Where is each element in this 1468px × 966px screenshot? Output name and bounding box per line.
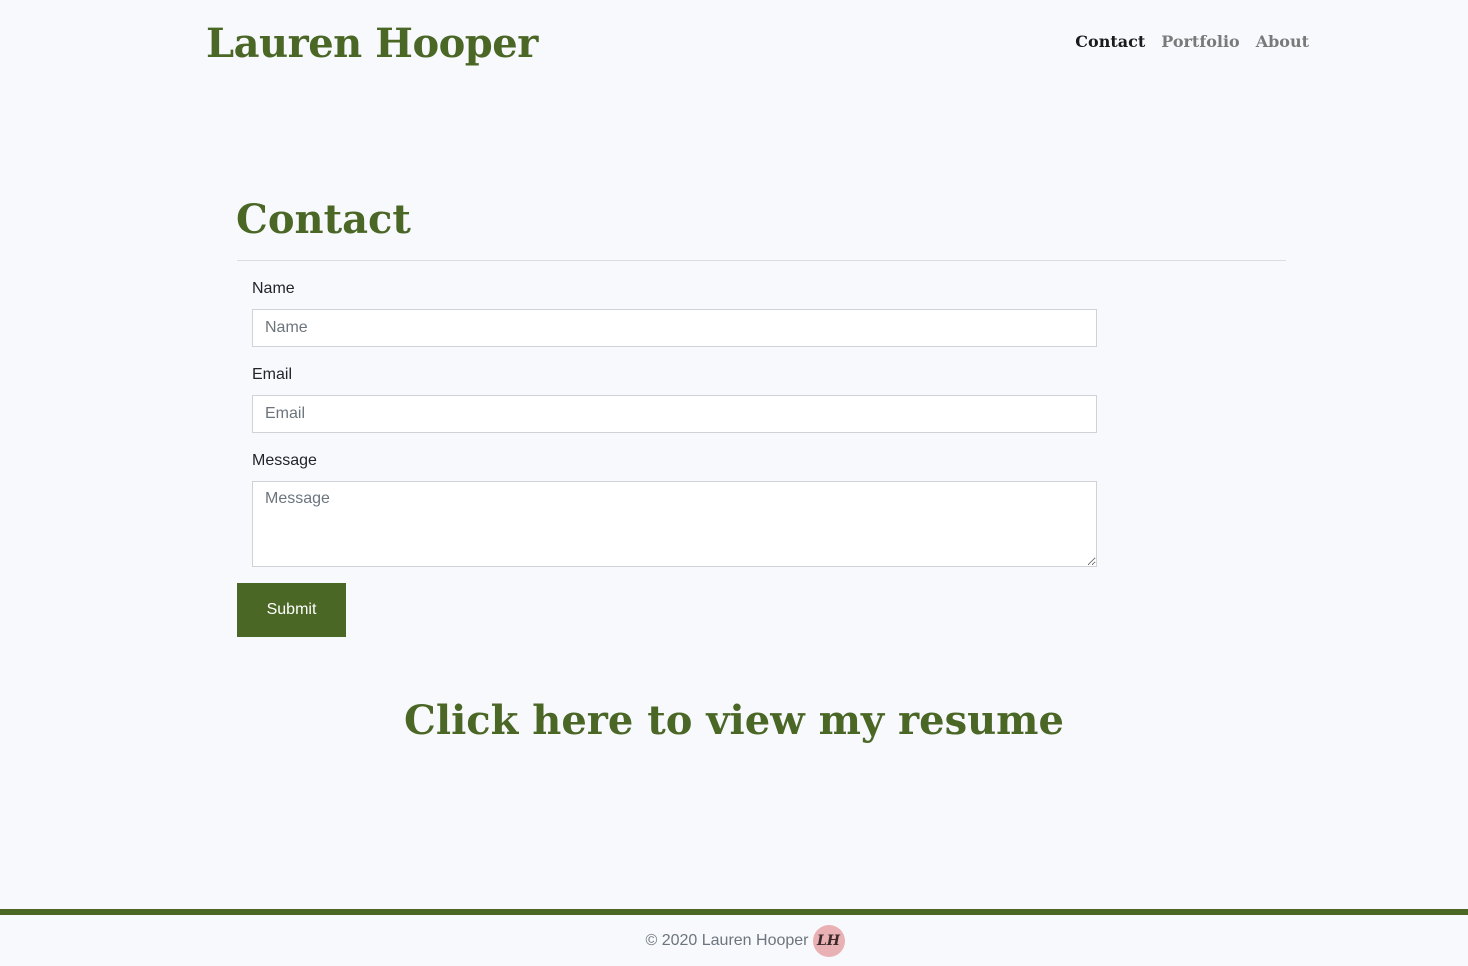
page-title: Contact — [236, 196, 411, 243]
message-textarea[interactable] — [252, 481, 1097, 567]
main-nav: Contact Portfolio About — [1075, 31, 1309, 53]
title-divider — [237, 260, 1286, 261]
nav-link-portfolio[interactable]: Portfolio — [1161, 31, 1239, 53]
email-label: Email — [252, 366, 293, 383]
resume-link[interactable]: Click here to view my resume — [0, 693, 1468, 749]
submit-button[interactable]: Submit — [237, 583, 346, 637]
name-input[interactable] — [252, 309, 1097, 347]
message-label: Message — [252, 452, 317, 469]
site-brand[interactable]: Lauren Hooper — [206, 18, 538, 70]
nav-link-contact[interactable]: Contact — [1075, 31, 1145, 53]
logo-badge: LH — [812, 924, 845, 957]
email-input[interactable] — [252, 395, 1097, 433]
copyright-text: © 2020 Lauren Hooper — [645, 931, 809, 949]
footer: © 2020 Lauren Hooper LH — [0, 915, 1468, 966]
name-label: Name — [252, 280, 295, 297]
nav-link-about[interactable]: About — [1256, 31, 1309, 53]
